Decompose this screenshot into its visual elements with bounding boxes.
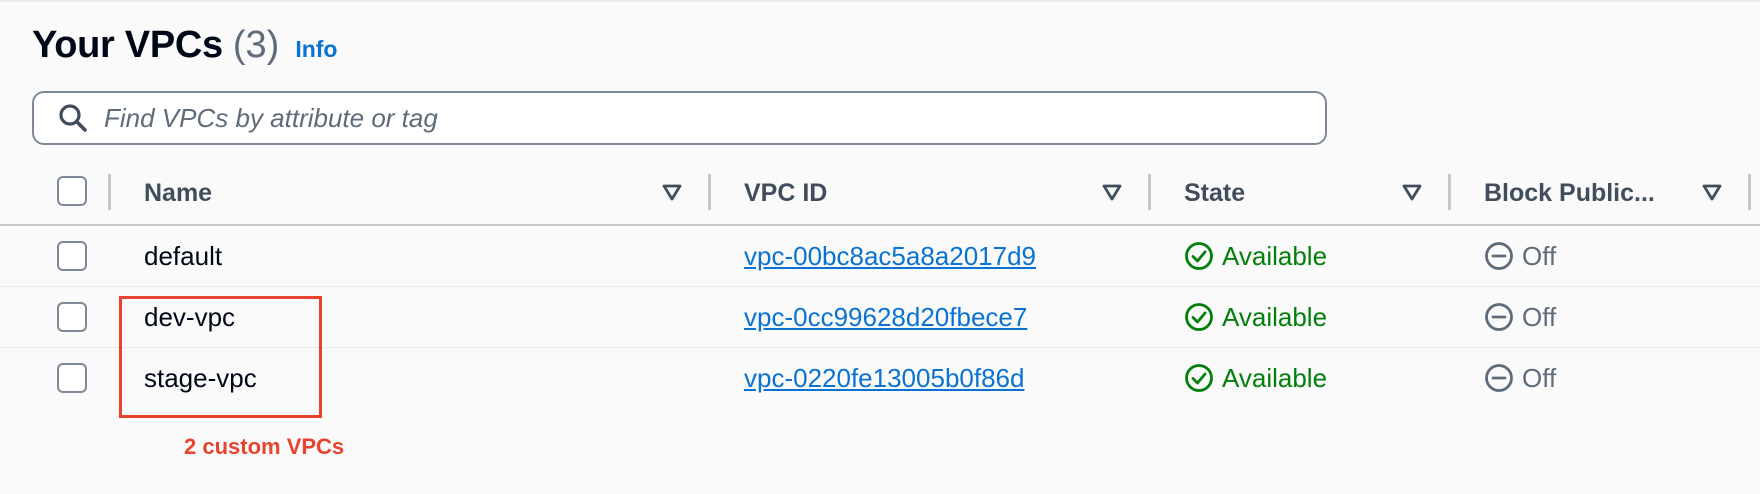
column-divider[interactable]: [708, 174, 711, 210]
sort-caret-down-icon[interactable]: [1101, 182, 1123, 204]
search-input[interactable]: [102, 101, 1286, 135]
sort-caret-down-icon[interactable]: [1401, 182, 1423, 204]
state-status: Available: [1184, 348, 1327, 408]
table-header-row: Name VPC ID State Block Public...: [0, 162, 1760, 226]
row-checkbox[interactable]: [57, 241, 87, 271]
block-public-label: Off: [1522, 301, 1557, 332]
block-public-label: Off: [1522, 362, 1557, 393]
column-header-name[interactable]: Name: [144, 162, 212, 224]
column-divider[interactable]: [108, 174, 111, 210]
column-header-state[interactable]: State: [1184, 162, 1245, 224]
block-public-label: Off: [1522, 240, 1557, 271]
state-status: Available: [1184, 287, 1327, 347]
column-divider[interactable]: [1148, 174, 1151, 210]
minus-circle-icon: [1485, 303, 1513, 331]
minus-circle-icon: [1485, 364, 1513, 392]
column-divider[interactable]: [1448, 174, 1451, 210]
column-header-block-public[interactable]: Block Public...: [1484, 162, 1655, 224]
state-label: Available: [1222, 240, 1328, 271]
column-header-vpc-id[interactable]: VPC ID: [744, 162, 827, 224]
sort-caret-down-icon[interactable]: [661, 182, 683, 204]
state-status: Available: [1184, 226, 1327, 286]
vpc-name: default: [144, 240, 223, 271]
vpc-id-link[interactable]: vpc-0220fe13005b0f86d: [744, 348, 1024, 408]
state-label: Available: [1222, 301, 1328, 332]
vpc-id-link[interactable]: vpc-00bc8ac5a8a2017d9: [744, 226, 1036, 286]
minus-circle-icon: [1485, 242, 1513, 270]
vpc-count: (3): [232, 24, 280, 66]
block-public-status: Off: [1484, 226, 1556, 286]
table-row[interactable]: default vpc-00bc8ac5a8a2017d9 Available …: [0, 226, 1760, 287]
column-divider[interactable]: [1748, 174, 1751, 210]
sort-caret-down-icon[interactable]: [1701, 182, 1723, 204]
state-label: Available: [1222, 362, 1328, 393]
search-icon: [58, 103, 88, 133]
check-circle-icon: [1185, 364, 1213, 392]
page-title: Your VPCs: [32, 24, 223, 66]
vpc-list-panel: Your VPCs (3) Info Name VPC ID: [0, 0, 1760, 494]
check-circle-icon: [1185, 303, 1213, 331]
block-public-status: Off: [1484, 348, 1556, 408]
annotation-label: 2 custom VPCs: [184, 434, 345, 459]
search-bar[interactable]: [32, 91, 1327, 145]
vpc-id-link[interactable]: vpc-0cc99628d20fbece7: [744, 287, 1027, 347]
block-public-status: Off: [1484, 287, 1556, 347]
select-all-checkbox[interactable]: [57, 176, 87, 206]
page-header: Your VPCs (3) Info: [32, 24, 337, 67]
check-circle-icon: [1185, 242, 1213, 270]
row-checkbox[interactable]: [57, 363, 87, 393]
annotation-highlight-box: [119, 296, 322, 418]
info-link[interactable]: Info: [295, 36, 337, 63]
row-checkbox[interactable]: [57, 302, 87, 332]
